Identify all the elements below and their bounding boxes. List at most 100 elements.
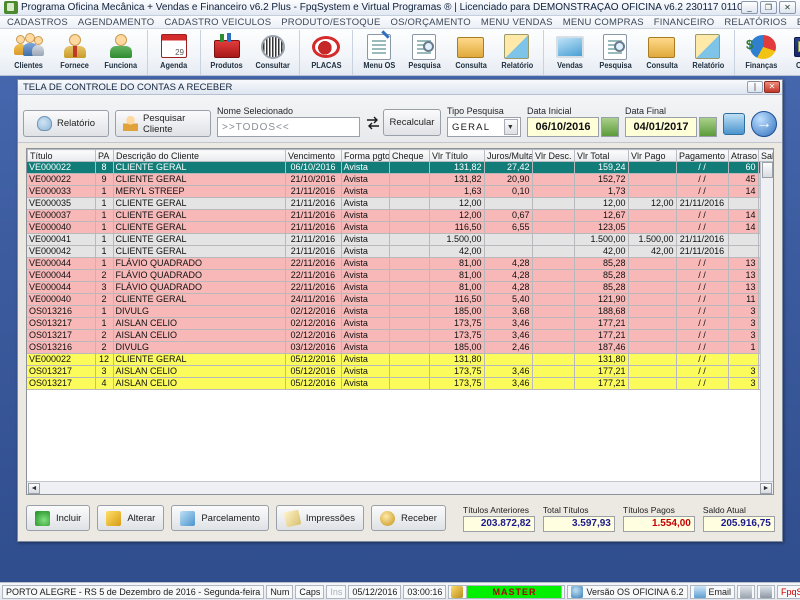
cell-atraso[interactable]	[728, 353, 759, 366]
cell-vlr-total[interactable]: 187,46	[574, 341, 629, 354]
cell-cheque[interactable]	[389, 329, 430, 342]
col-juros-multa[interactable]: Juros/Multa	[484, 149, 533, 162]
cell-pa[interactable]: 2	[95, 293, 114, 306]
cell-cheque[interactable]	[389, 162, 430, 174]
cell-titulo[interactable]: VE000035	[27, 197, 96, 210]
cell-vlr-desc[interactable]	[532, 377, 575, 390]
cell-forma-pgto[interactable]: Avista	[341, 221, 390, 234]
toolbar-button-vendas[interactable]: Vendas	[547, 30, 593, 75]
cell-atraso[interactable]: 1	[728, 341, 759, 354]
col-vlr-titulo[interactable]: Vlr Título	[429, 149, 485, 162]
cell-vlr-total[interactable]: 159,24	[574, 162, 629, 174]
inner-restore-button[interactable]: ❘	[747, 81, 763, 93]
cell-cliente[interactable]: CLIENTE GERAL	[113, 293, 286, 306]
table-row[interactable]: OS013217 1 AISLAN CELIO 02/12/2016 Avista 173…	[27, 317, 773, 330]
cell-vlr-pago[interactable]	[628, 293, 677, 306]
cell-titulo[interactable]: VE000022	[27, 353, 96, 366]
cell-pagamento[interactable]: / /	[676, 185, 729, 198]
toolbar-button-funciona[interactable]: Funciona	[98, 30, 144, 75]
cell-cliente[interactable]: DIVULG	[113, 341, 286, 354]
data-final-calendar-icon[interactable]	[699, 117, 717, 137]
cell-vlr-pago[interactable]	[628, 365, 677, 378]
cell-vlr-titulo[interactable]: 131,80	[429, 353, 485, 366]
minimize-button[interactable]: _	[741, 1, 758, 14]
col-vlr-pago[interactable]: Vlr Pago	[628, 149, 677, 162]
cell-vlr-desc[interactable]	[532, 197, 575, 210]
cell-vlr-desc[interactable]	[532, 162, 575, 174]
cell-pa[interactable]: 12	[95, 353, 114, 366]
table-row[interactable]: VE000033 1 MERYL STREEP 21/11/2016 Avista 1,6…	[27, 185, 773, 198]
data-inicial-calendar-icon[interactable]	[601, 117, 619, 137]
cell-juros-multa[interactable]: 2,46	[484, 341, 533, 354]
cell-atraso[interactable]: 14	[728, 221, 759, 234]
toolbar-button-clientes[interactable]: Clientes	[6, 30, 52, 75]
cell-forma-pgto[interactable]: Avista	[341, 377, 390, 390]
cell-juros-multa[interactable]: 0,67	[484, 209, 533, 222]
cell-cliente[interactable]: CLIENTE GERAL	[113, 233, 286, 246]
parcelamento-button[interactable]: Parcelamento	[171, 505, 269, 531]
cell-forma-pgto[interactable]: Avista	[341, 317, 390, 330]
cell-forma-pgto[interactable]: Avista	[341, 365, 390, 378]
cell-forma-pgto[interactable]: Avista	[341, 197, 390, 210]
table-row[interactable]: OS013216 1 DIVULG 02/12/2016 Avista 185,00 3,6…	[27, 305, 773, 318]
cell-vencimento[interactable]: 21/11/2016	[285, 185, 342, 198]
cell-cheque[interactable]	[389, 377, 430, 390]
menu-item-cadastros[interactable]: CADASTROS	[2, 17, 73, 28]
cell-atraso[interactable]: 11	[728, 293, 759, 306]
cell-pagamento[interactable]: / /	[676, 173, 729, 186]
cell-forma-pgto[interactable]: Avista	[341, 329, 390, 342]
cell-vlr-total[interactable]: 85,28	[574, 257, 629, 270]
cell-pagamento[interactable]: / /	[676, 269, 729, 282]
toolbar-button-fornece[interactable]: Fornece	[52, 30, 98, 75]
menu-item-cadastro-veiculos[interactable]: CADASTRO VEICULOS	[159, 17, 276, 28]
inner-close-button[interactable]: ✕	[764, 81, 780, 93]
cell-pagamento[interactable]: / /	[676, 377, 729, 390]
cell-vlr-total[interactable]: 85,28	[574, 281, 629, 294]
cell-vlr-pago[interactable]	[628, 281, 677, 294]
menu-item-financeiro[interactable]: FINANCEIRO	[649, 17, 720, 28]
cell-vlr-total[interactable]: 177,21	[574, 365, 629, 378]
toolbar-button-financas[interactable]: $ Finanças	[738, 30, 784, 75]
cell-juros-multa[interactable]: 20,90	[484, 173, 533, 186]
cell-pagamento[interactable]: / /	[676, 162, 729, 174]
cell-vlr-pago[interactable]	[628, 257, 677, 270]
menu-item-produto-estoque[interactable]: PRODUTO/ESTOQUE	[276, 17, 385, 28]
col-atraso[interactable]: Atraso	[728, 149, 759, 162]
cell-cliente[interactable]: FLÁVIO QUADRADO	[113, 257, 286, 270]
cell-titulo[interactable]: VE000022	[27, 173, 96, 186]
col-vencimento[interactable]: Vencimento	[285, 149, 342, 162]
cell-pa[interactable]: 2	[95, 329, 114, 342]
cell-vlr-desc[interactable]	[532, 365, 575, 378]
cell-vlr-pago[interactable]	[628, 173, 677, 186]
cell-pa[interactable]: 1	[95, 209, 114, 222]
cell-titulo[interactable]: VE000040	[27, 221, 96, 234]
cell-vlr-pago[interactable]	[628, 162, 677, 174]
cell-titulo[interactable]: OS013216	[27, 341, 96, 354]
grid-horizontal-scrollbar[interactable]: ◄ ►	[27, 481, 773, 494]
cell-vlr-titulo[interactable]: 81,00	[429, 269, 485, 282]
cell-juros-multa[interactable]: 3,68	[484, 305, 533, 318]
cell-vlr-total[interactable]: 177,21	[574, 329, 629, 342]
cell-forma-pgto[interactable]: Avista	[341, 185, 390, 198]
cell-atraso[interactable]	[728, 245, 759, 258]
cell-cliente[interactable]: CLIENTE GERAL	[113, 353, 286, 366]
cell-vencimento[interactable]: 02/12/2016	[285, 317, 342, 330]
toolbar-button-placas[interactable]: PLACAS	[303, 30, 349, 75]
cell-titulo[interactable]: VE000044	[27, 257, 96, 270]
table-row[interactable]: VE000022 9 CLIENTE GERAL 21/10/2016 Avista 13…	[27, 173, 773, 186]
col-vlr-total[interactable]: Vlr Total	[574, 149, 629, 162]
cell-pa[interactable]: 1	[95, 317, 114, 330]
cell-forma-pgto[interactable]: Avista	[341, 162, 390, 174]
incluir-button[interactable]: Incluir	[26, 505, 91, 531]
table-row[interactable]: VE000041 1 CLIENTE GERAL 21/11/2016 Avista 1.…	[27, 233, 773, 246]
data-final-input[interactable]: 04/01/2017	[625, 117, 697, 137]
cell-juros-multa[interactable]: 6,55	[484, 221, 533, 234]
cell-atraso[interactable]: 45	[728, 173, 759, 186]
status-monitor[interactable]	[757, 584, 776, 599]
cell-cheque[interactable]	[389, 209, 430, 222]
cell-titulo[interactable]: VE000044	[27, 269, 96, 282]
toolbar-button-pesquisa-vendas[interactable]: Pesquisa	[593, 30, 639, 75]
cell-atraso[interactable]: 14	[728, 209, 759, 222]
scroll-right-arrow[interactable]: ►	[760, 482, 772, 494]
cell-vlr-desc[interactable]	[532, 281, 575, 294]
